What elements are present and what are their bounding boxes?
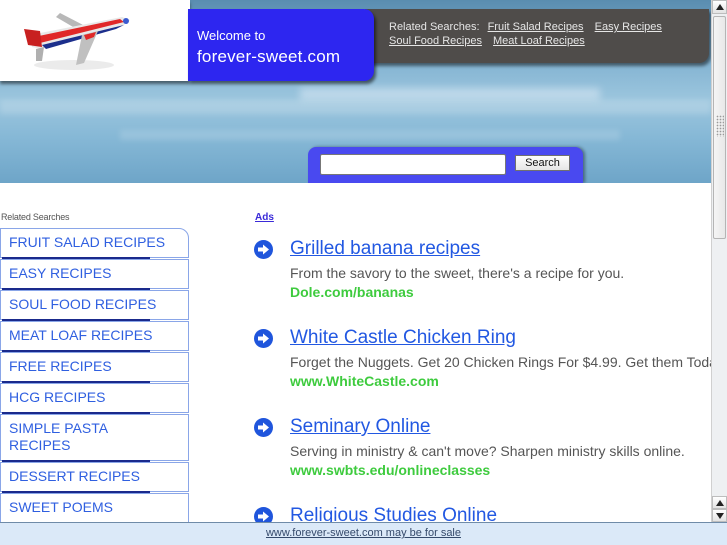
- ad-description: Forget the Nuggets. Get 20 Chicken Rings…: [290, 354, 711, 370]
- ad-title-link[interactable]: Religious Studies Online: [290, 505, 497, 522]
- sidebar-related-list: FRUIT SALAD RECIPES EASY RECIPES SOUL FO…: [0, 228, 189, 522]
- welcome-text: Welcome to: [197, 28, 266, 43]
- sidebar-item-sweet-poems[interactable]: SWEET POEMS: [0, 493, 189, 522]
- ad-url-link[interactable]: www.WhiteCastle.com: [290, 373, 439, 389]
- search-button[interactable]: Search: [515, 155, 570, 171]
- sidebar-item-label: EASY RECIPES: [9, 265, 112, 281]
- grip-icon: [716, 115, 724, 137]
- arrow-down-icon: [716, 513, 724, 519]
- ad-description: Serving in ministry & can't move? Sharpe…: [290, 443, 685, 459]
- scroll-down-button[interactable]: [712, 509, 727, 522]
- arrow-circle-icon[interactable]: [254, 507, 273, 522]
- ad-title-link[interactable]: Grilled banana recipes: [290, 238, 480, 260]
- arrow-circle-icon[interactable]: [254, 329, 273, 348]
- page-viewport: Welcome to forever-sweet.com Related Sea…: [0, 0, 711, 522]
- top-related-link-soul-food[interactable]: Soul Food Recipes: [389, 35, 482, 47]
- airplane-logo-icon: [24, 13, 130, 70]
- sky-cloud: [120, 130, 620, 140]
- sky-cloud: [0, 100, 711, 114]
- sidebar-item-dessert-recipes[interactable]: DESSERT RECIPES: [0, 462, 189, 493]
- scroll-up-button-lower[interactable]: [712, 496, 727, 509]
- sale-footer-bar: www.forever-sweet.com may be for sale: [0, 522, 727, 545]
- ad-title-link[interactable]: White Castle Chicken Ring: [290, 327, 516, 349]
- header-banner: Welcome to forever-sweet.com Related Sea…: [0, 0, 711, 183]
- vertical-scrollbar[interactable]: [711, 0, 727, 522]
- sidebar-item-label: SIMPLE PASTA RECIPES: [9, 420, 108, 453]
- sidebar-item-label: SWEET POEMS: [9, 499, 113, 515]
- arrow-up-icon: [716, 500, 724, 506]
- search-panel: Search: [308, 147, 583, 183]
- sidebar-item-label: FREE RECIPES: [9, 358, 112, 374]
- sidebar-item-soul-food-recipes[interactable]: SOUL FOOD RECIPES: [0, 290, 189, 321]
- sidebar-item-hcg-recipes[interactable]: HCG RECIPES: [0, 383, 189, 414]
- sidebar-item-label: FRUIT SALAD RECIPES: [9, 234, 166, 250]
- sidebar-item-free-recipes[interactable]: FREE RECIPES: [0, 352, 189, 383]
- sidebar-item-label: HCG RECIPES: [9, 389, 106, 405]
- arrow-circle-icon[interactable]: [254, 240, 273, 259]
- ad-description: From the savory to the sweet, there's a …: [290, 265, 625, 281]
- arrow-circle-icon[interactable]: [254, 418, 273, 437]
- top-related-searches: Related Searches: Fruit Salad Recipes Ea…: [365, 9, 709, 63]
- ad-url-link[interactable]: www.swbts.edu/onlineclasses: [290, 462, 490, 478]
- top-related-link-easy-recipes[interactable]: Easy Recipes: [595, 21, 662, 33]
- logo-area: [0, 0, 190, 81]
- scrollbar-thumb[interactable]: [713, 16, 726, 239]
- sky-cloud: [300, 88, 600, 100]
- sidebar-item-simple-pasta-recipes[interactable]: SIMPLE PASTA RECIPES: [0, 414, 189, 462]
- top-related-link-meat-loaf[interactable]: Meat Loaf Recipes: [493, 35, 585, 47]
- arrow-up-icon: [716, 4, 724, 10]
- sidebar-item-label: DESSERT RECIPES: [9, 468, 140, 484]
- sidebar-item-label: MEAT LOAF RECIPES: [9, 327, 153, 343]
- search-input[interactable]: [320, 154, 506, 175]
- domain-for-sale-link[interactable]: www.forever-sweet.com may be for sale: [266, 527, 461, 539]
- ad-url-link[interactable]: Dole.com/bananas: [290, 284, 414, 300]
- welcome-box: Welcome to forever-sweet.com: [188, 9, 374, 81]
- ads-label[interactable]: Ads: [255, 212, 274, 223]
- related-searches-label: Related Searches:: [389, 21, 480, 33]
- top-related-link-fruit-salad[interactable]: Fruit Salad Recipes: [488, 21, 584, 33]
- sidebar-heading: Related Searches: [1, 212, 70, 222]
- sidebar-item-label: SOUL FOOD RECIPES: [9, 296, 157, 312]
- site-name: forever-sweet.com: [197, 47, 341, 66]
- sidebar-item-easy-recipes[interactable]: EASY RECIPES: [0, 259, 189, 290]
- scroll-up-button[interactable]: [712, 0, 727, 14]
- sidebar-item-fruit-salad-recipes[interactable]: FRUIT SALAD RECIPES: [0, 228, 189, 259]
- sidebar-item-meat-loaf-recipes[interactable]: MEAT LOAF RECIPES: [0, 321, 189, 352]
- ad-title-link[interactable]: Seminary Online: [290, 416, 430, 438]
